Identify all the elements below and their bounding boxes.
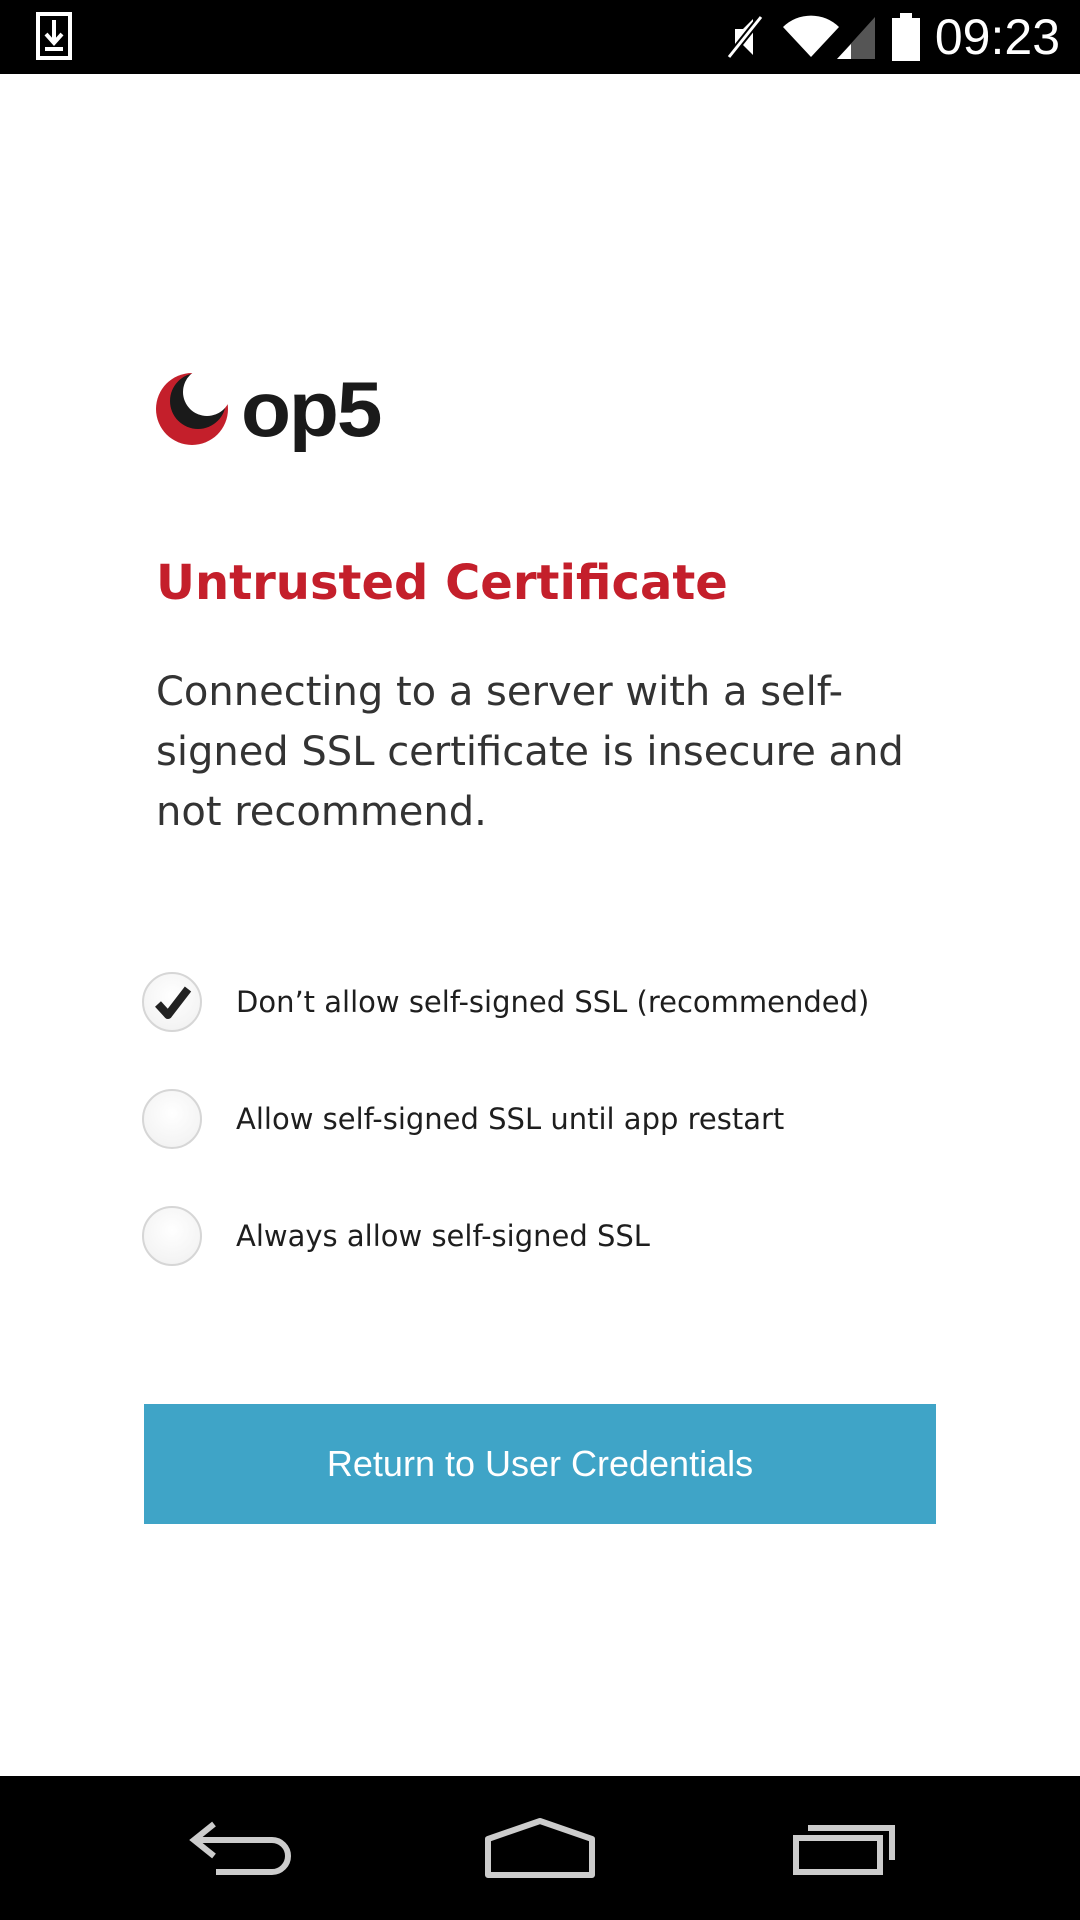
navigation-bar xyxy=(0,1776,1080,1920)
option-label-allow-until-restart: Allow self-signed SSL until app restart xyxy=(236,1102,785,1136)
option-dont-allow[interactable]: Don’t allow self-signed SSL (recommended… xyxy=(142,970,962,1034)
home-icon xyxy=(485,1818,595,1878)
option-always-allow[interactable]: Always allow self-signed SSL xyxy=(142,1204,962,1268)
screen: 09:23 op5 Untrusted Certificate Connecti… xyxy=(0,0,1080,1920)
status-bar: 09:23 xyxy=(0,0,1080,74)
status-icons: 09:23 xyxy=(709,0,1060,74)
return-to-credentials-button[interactable]: Return to User Credentials xyxy=(144,1404,936,1524)
checkmark-icon xyxy=(155,986,192,1019)
ssl-options-group: Don’t allow self-signed SSL (recommended… xyxy=(142,970,962,1321)
warning-description: Connecting to a server with a self-signe… xyxy=(156,669,904,835)
op5-logo: op5 xyxy=(155,370,382,448)
wifi-icon xyxy=(782,15,839,58)
battery-icon xyxy=(891,13,920,61)
recent-apps-icon xyxy=(793,1825,895,1875)
option-label-dont-allow: Don’t allow self-signed SSL (recommended… xyxy=(236,985,870,1019)
option-label-always-allow: Always allow self-signed SSL xyxy=(236,1219,650,1253)
back-icon xyxy=(189,1821,291,1875)
radio-dont-allow[interactable] xyxy=(142,972,202,1032)
status-time: 09:23 xyxy=(934,9,1060,65)
cell-signal-icon xyxy=(836,17,875,59)
logo-wordmark: op5 xyxy=(241,365,382,453)
download-notification-icon[interactable] xyxy=(36,12,72,60)
option-allow-until-restart[interactable]: Allow self-signed SSL until app restart xyxy=(142,1087,962,1151)
page-title: Untrusted Certificate xyxy=(156,555,728,611)
recent-apps-button[interactable] xyxy=(744,1776,944,1920)
back-button[interactable] xyxy=(140,1776,340,1920)
radio-always-allow[interactable] xyxy=(142,1206,202,1266)
muted-icon xyxy=(726,14,764,60)
home-button[interactable] xyxy=(440,1776,640,1920)
op5-logo-mark-icon xyxy=(156,372,229,445)
radio-allow-until-restart[interactable] xyxy=(142,1089,202,1149)
